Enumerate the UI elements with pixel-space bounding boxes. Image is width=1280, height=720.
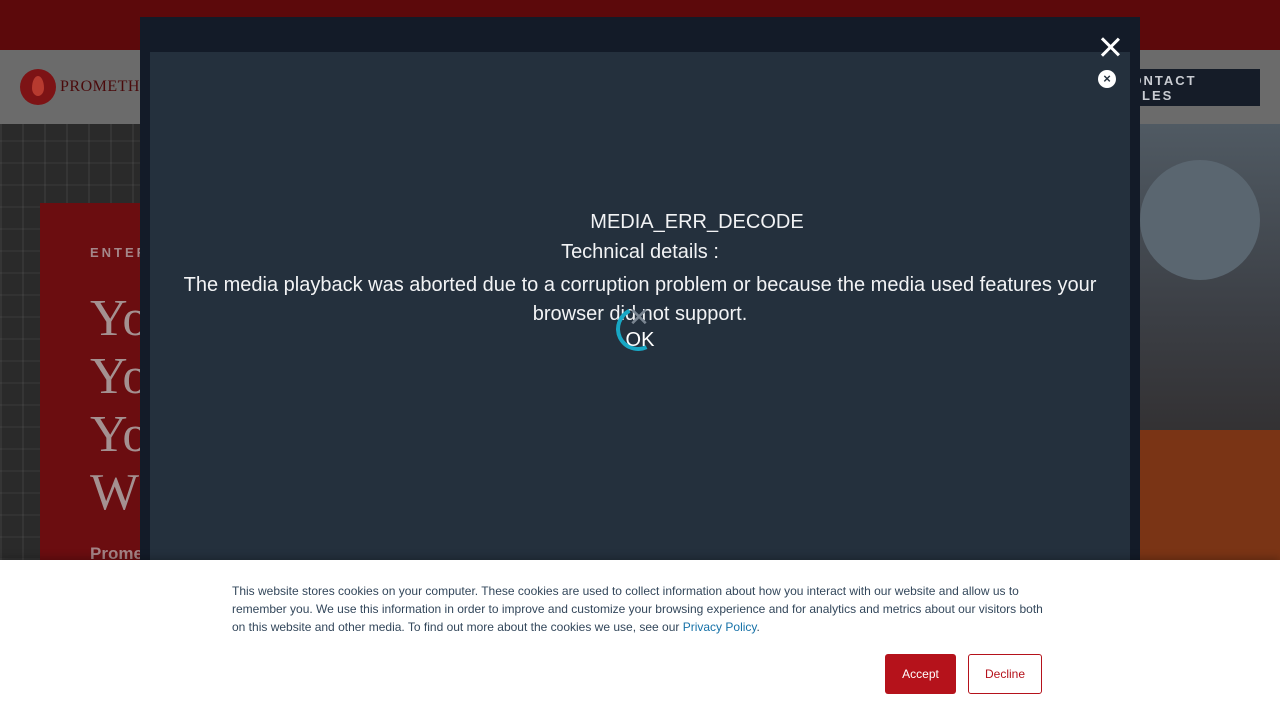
cookie-notice-text: This website stores cookies on your comp… xyxy=(232,582,1052,636)
flame-logo-icon xyxy=(20,69,56,105)
ok-button[interactable]: OK xyxy=(600,329,680,352)
contact-sales-button[interactable]: CONTACT SALES xyxy=(1120,69,1260,106)
cookie-banner: This website stores cookies on your comp… xyxy=(0,560,1280,720)
accept-cookies-button[interactable]: Accept xyxy=(885,654,956,694)
error-details-label: Technical details : xyxy=(561,241,719,263)
error-code: MEDIA_ERR_DECODE xyxy=(590,211,804,233)
decline-cookies-button[interactable]: Decline xyxy=(968,654,1042,694)
close-circle-icon[interactable]: × xyxy=(1098,70,1116,88)
cookie-notice-suffix: . xyxy=(756,620,760,634)
privacy-policy-link[interactable]: Privacy Policy xyxy=(683,620,757,634)
cookie-notice-body: This website stores cookies on your comp… xyxy=(232,584,1043,634)
safety-vest-image xyxy=(1140,430,1280,560)
hero-headline-line: W xyxy=(90,464,140,521)
close-icon[interactable] xyxy=(1098,35,1122,59)
